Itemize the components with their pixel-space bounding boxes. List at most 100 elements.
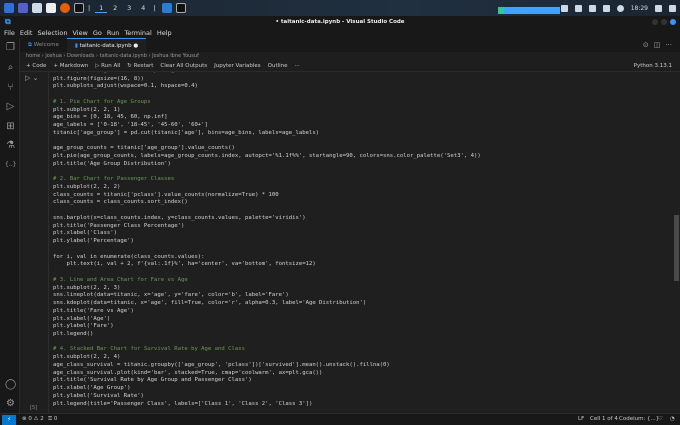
terminal-task-icon[interactable]: [176, 3, 187, 13]
document-icon[interactable]: [46, 3, 56, 13]
camera-icon[interactable]: [560, 4, 568, 12]
testing-icon[interactable]: ⚗: [5, 140, 16, 151]
menu-help[interactable]: Help: [157, 28, 172, 38]
desktop-icon[interactable]: [18, 3, 28, 13]
cpu-graph: [498, 7, 560, 14]
power-icon[interactable]: [669, 4, 676, 12]
code-line: # 1. Pie Chart for Age Groups: [53, 98, 151, 105]
menu-selection[interactable]: Selection: [37, 28, 67, 38]
account-icon[interactable]: ◯: [5, 379, 16, 390]
workspace-4[interactable]: 4: [137, 4, 149, 12]
add-markdown-button[interactable]: + Markdown: [53, 61, 88, 71]
vscode-task-icon[interactable]: [162, 3, 173, 13]
explorer-icon[interactable]: ❐: [5, 42, 16, 53]
outline-button[interactable]: Outline: [268, 61, 288, 71]
code-line: # 2. Bar Chart for Passenger Classes: [53, 176, 175, 183]
volume-icon[interactable]: [588, 4, 596, 12]
restart-button[interactable]: ↻ Restart: [127, 61, 153, 71]
menu-go[interactable]: Go: [93, 28, 102, 38]
search-icon[interactable]: ⌕: [5, 62, 16, 73]
scrollbar[interactable]: [672, 72, 680, 413]
window-title: • taitanic-data.ipynb - Visual Studio Co…: [275, 19, 405, 25]
vscode-logo-icon: ⧉: [5, 17, 11, 26]
clear-outputs-button[interactable]: Clear All Outputs: [160, 61, 207, 71]
code-line: age_bins = [0, 18, 45, 60, np.inf]: [53, 114, 168, 121]
breadcrumb[interactable]: home › joshua › Downloads › taitanic-dat…: [26, 52, 199, 61]
jupyter-variables-icon[interactable]: {..}: [5, 159, 16, 170]
more-actions-icon[interactable]: ···: [665, 38, 672, 52]
settings-gear-icon[interactable]: ⚙: [5, 398, 16, 409]
code-line: plt.title('Survival Rate by Age Group an…: [53, 377, 252, 384]
run-all-button[interactable]: ▷ Run All: [95, 61, 120, 71]
run-debug-icon[interactable]: ▷: [5, 101, 16, 112]
split-editor-icon[interactable]: ◫: [654, 38, 661, 52]
code-line: age_class_survival.plot(kind='bar', stac…: [53, 369, 323, 376]
app-launcher-icon[interactable]: [4, 3, 14, 13]
tab-notebook[interactable]: ▮ taitanic-data.ipynb ●: [66, 38, 147, 52]
scrollbar-thumb[interactable]: [674, 215, 679, 281]
tab-label: Welcome: [33, 42, 59, 48]
codeium-status[interactable]: Codeium: {...}: [619, 414, 659, 425]
code-line: plt.ylabel('Fare'): [53, 323, 114, 330]
code-line: age_class_survival = titanic.groupby(['a…: [53, 361, 390, 368]
terminal-icon[interactable]: [74, 3, 84, 13]
code-editor[interactable]: # Set up the figure size and spacingplt.…: [53, 72, 481, 408]
minimize-button[interactable]: [652, 19, 658, 25]
status-bar: ⚡ ⊗ 0 ⚠ 2 ⚿ 0 LF Cell 1 of 4 Codeium: {.…: [0, 413, 680, 425]
jupyter-variables-button[interactable]: Jupyter Variables: [214, 61, 261, 71]
code-line: plt.legend(title='Passenger Class', labe…: [53, 400, 313, 407]
editor-tabs: ⧉ Welcome ▮ taitanic-data.ipynb ● ⊙ ◫ ··…: [20, 38, 680, 52]
eol-indicator[interactable]: LF: [578, 414, 584, 425]
tab-welcome[interactable]: ⧉ Welcome: [20, 38, 67, 52]
code-line: age_labels = ['0-18', '18-45', '45-60', …: [53, 122, 208, 129]
execution-count: [5]: [30, 405, 38, 411]
file-manager-icon[interactable]: [32, 3, 42, 13]
add-code-button[interactable]: + Code: [26, 61, 46, 71]
code-line: plt.pie(age_group_counts, labels=age_gro…: [53, 153, 481, 160]
code-line: plt.subplot(2, 2, 2): [53, 184, 121, 191]
compare-icon[interactable]: ⊙: [643, 38, 649, 52]
maximize-button[interactable]: [661, 19, 667, 25]
firefox-icon[interactable]: [60, 3, 70, 13]
menu-bar: File Edit Selection View Go Run Terminal…: [0, 28, 680, 38]
system-tray: 18:29: [560, 0, 676, 16]
workspace-2[interactable]: 2: [109, 4, 121, 12]
lock-icon[interactable]: [655, 4, 662, 12]
notifications-icon[interactable]: ◔: [670, 414, 675, 425]
run-cell-button[interactable]: ▷ ⌄: [25, 74, 38, 82]
ports-indicator[interactable]: ⚿ 0: [48, 414, 57, 425]
notification-icon[interactable]: [602, 4, 610, 12]
remote-button[interactable]: ⚡: [2, 415, 16, 425]
code-line: plt.xlabel('Class'): [53, 230, 117, 237]
menu-run[interactable]: Run: [107, 28, 119, 38]
code-line: plt.figure(figsize=(16, 8)): [53, 75, 144, 82]
notebook-editor: ▷ ⌄ # Set up the figure size and spacing…: [20, 72, 672, 413]
code-line: plt.xlabel('Age'): [53, 315, 111, 322]
notebook-toolbar: + Code + Markdown ▷ Run All ↻ Restart Cl…: [20, 61, 680, 72]
menu-view[interactable]: View: [72, 28, 87, 38]
code-line: plt.text(i, val + 2, f'{val:.1f}%', ha='…: [53, 261, 316, 268]
code-line: plt.ylabel('Percentage'): [53, 238, 134, 245]
problems-indicator[interactable]: ⊗ 0 ⚠ 2: [22, 414, 44, 425]
code-line: plt.subplot(2, 2, 4): [53, 354, 121, 361]
extensions-icon[interactable]: ⊞: [5, 121, 16, 132]
kernel-picker[interactable]: Python 3.13.1: [634, 61, 672, 72]
more-button[interactable]: ···: [295, 61, 300, 71]
menu-terminal[interactable]: Terminal: [124, 28, 151, 38]
display-icon[interactable]: [574, 4, 582, 12]
close-button[interactable]: [670, 19, 676, 25]
feedback-icon[interactable]: ♡: [658, 414, 663, 425]
workspace-1[interactable]: 1: [95, 4, 108, 13]
workspace-3[interactable]: 3: [123, 4, 135, 12]
code-line: sns.barplot(x=class_counts.index, y=clas…: [53, 214, 306, 221]
cell-indicator[interactable]: Cell 1 of 4: [590, 414, 618, 425]
code-line: sns.kdeplot(data=titanic, x='age', fill=…: [53, 300, 367, 307]
menu-edit[interactable]: Edit: [20, 28, 33, 38]
activity-bar: ❐ ⌕ ⑂ ▷ ⊞ ⚗ {..} ◯ ⚙: [0, 38, 20, 413]
clock[interactable]: 18:29: [631, 5, 648, 12]
code-line: sns.lineplot(data=titanic, x='age', y='f…: [53, 292, 289, 299]
source-control-icon[interactable]: ⑂: [5, 82, 16, 93]
menu-file[interactable]: File: [4, 28, 15, 38]
